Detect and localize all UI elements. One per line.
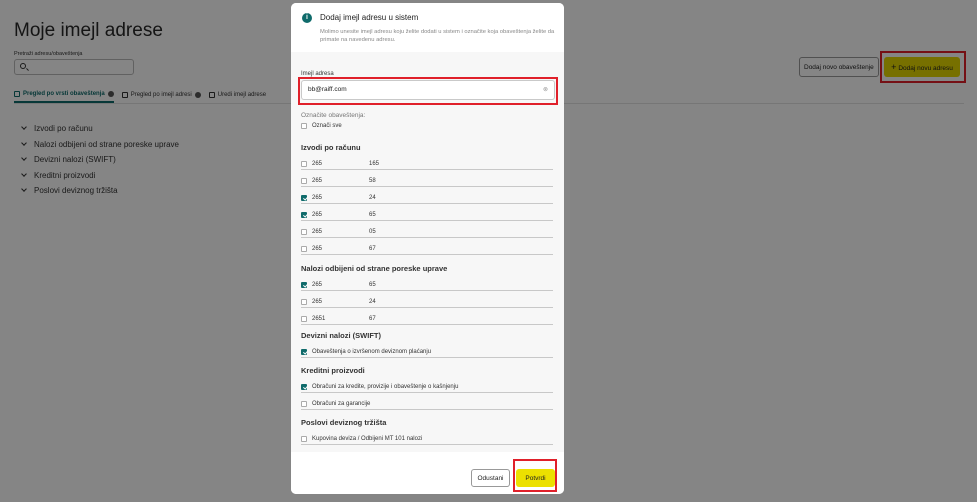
account-prefix: 265 — [312, 281, 323, 288]
checkbox[interactable] — [301, 194, 307, 201]
checkbox[interactable] — [301, 315, 307, 322]
section-title: Nalozi odbijeni od strane poreske uprave — [301, 264, 448, 273]
section-title: Poslovi deviznog tržišta — [301, 418, 387, 427]
checkbox[interactable] — [301, 298, 307, 305]
notification-row[interactable]: 265 24 — [301, 296, 553, 308]
account-prefix: 265 — [312, 298, 323, 305]
checkbox[interactable] — [301, 160, 307, 167]
cancel-button[interactable]: Odustani — [471, 469, 510, 487]
account-suffix: 24 — [369, 194, 376, 201]
account-suffix: 65 — [369, 281, 376, 288]
checkbox[interactable] — [301, 348, 307, 355]
account-prefix: 265 — [312, 228, 323, 235]
notification-row[interactable]: 2651 67 — [301, 313, 553, 325]
confirm-button[interactable]: Potvrdi — [516, 469, 555, 487]
checkbox[interactable] — [301, 383, 307, 390]
add-email-modal: i Dodaj imejl adresu u sistem Molimo une… — [291, 3, 564, 494]
account-suffix: 67 — [369, 315, 376, 322]
email-label: Imejl adresa — [301, 71, 334, 77]
notification-row[interactable]: 265 05 — [301, 226, 553, 238]
account-suffix: 58 — [369, 177, 376, 184]
clear-icon[interactable]: ⊗ — [543, 81, 548, 99]
notification-row[interactable]: Obračuni za kredite, provizije i obavešt… — [301, 381, 553, 393]
section-title: Izvodi po računu — [301, 143, 361, 152]
checkbox[interactable] — [301, 123, 307, 129]
checkbox[interactable] — [301, 435, 307, 442]
checkbox[interactable] — [301, 245, 307, 252]
account-prefix: 265 — [312, 177, 323, 184]
notification-row[interactable]: 265 65 — [301, 279, 553, 291]
section-title: Kreditni proizvodi — [301, 366, 365, 375]
notification-label: Obaveštenja o izvršenom deviznom plaćanj… — [312, 348, 432, 355]
account-prefix: 265 — [312, 160, 323, 167]
checkbox[interactable] — [301, 211, 307, 218]
notification-row[interactable]: 265 24 — [301, 192, 553, 204]
modal-description: Molimo unesite imejl adresu koju želite … — [320, 29, 555, 43]
checkbox[interactable] — [301, 177, 307, 184]
notification-row[interactable]: Obaveštenja o izvršenom deviznom plaćanj… — [301, 346, 553, 358]
account-suffix: 05 — [369, 228, 376, 235]
account-prefix: 265 — [312, 211, 323, 218]
notification-row[interactable]: 265 65 — [301, 209, 553, 221]
notification-row[interactable]: 265 165 — [301, 158, 553, 170]
checkbox[interactable] — [301, 228, 307, 235]
select-all-label: Označi sve — [312, 123, 342, 129]
checkbox[interactable] — [301, 400, 307, 407]
notification-row[interactable]: Kupovina deviza / Odbijeni MT 101 nalozi — [301, 433, 553, 445]
notification-label: Obračuni za kredite, provizije i obavešt… — [312, 383, 459, 390]
notification-row[interactable]: 265 67 — [301, 243, 553, 255]
account-suffix: 65 — [369, 211, 376, 218]
notification-row[interactable]: 265 58 — [301, 175, 553, 187]
account-suffix: 67 — [369, 245, 376, 252]
notification-label: Obračuni za garancije — [312, 400, 371, 407]
modal-footer: Odustani Potvrdi — [291, 452, 564, 494]
email-value: bb@raiff.com — [308, 86, 347, 93]
account-prefix: 2651 — [312, 315, 326, 322]
modal-header: i Dodaj imejl adresu u sistem Molimo une… — [291, 3, 564, 52]
select-all-checkbox[interactable]: Označi sve — [301, 123, 342, 129]
section-title: Devizni nalozi (SWIFT) — [301, 331, 381, 340]
notification-label: Kupovina deviza / Odbijeni MT 101 nalozi — [312, 435, 423, 442]
modal-body: Imejl adresa bb@raiff.com ⊗ Označite oba… — [291, 52, 564, 452]
account-suffix: 24 — [369, 298, 376, 305]
account-prefix: 265 — [312, 194, 323, 201]
modal-title: Dodaj imejl adresu u sistem — [320, 13, 419, 22]
email-field[interactable]: bb@raiff.com ⊗ — [301, 80, 555, 100]
info-icon: i — [302, 13, 312, 23]
notification-row[interactable]: Obračuni za garancije — [301, 398, 553, 410]
notifications-label: Označite obaveštenja: — [301, 112, 366, 119]
checkbox[interactable] — [301, 281, 307, 288]
account-suffix: 165 — [369, 160, 380, 167]
account-prefix: 265 — [312, 245, 323, 252]
